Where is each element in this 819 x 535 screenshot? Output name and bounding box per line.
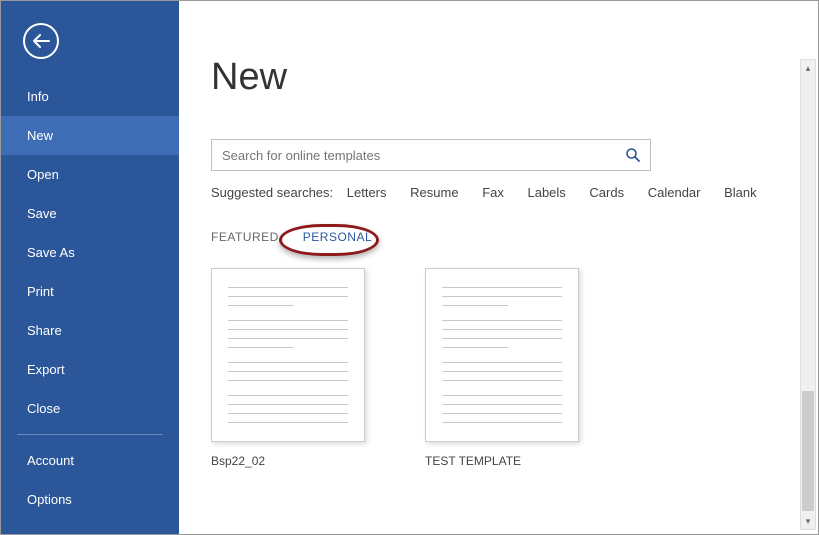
sidebar-item-new[interactable]: New: [1, 116, 179, 155]
suggested-link-calendar[interactable]: Calendar: [648, 185, 701, 200]
scroll-down-icon[interactable]: ▾: [801, 513, 815, 529]
search-input[interactable]: [212, 140, 614, 170]
templates-grid: Bsp22_02 TEST TEMPLATE: [211, 268, 788, 468]
sidebar-item-save-as[interactable]: Save As: [1, 233, 179, 272]
sidebar-item-account[interactable]: Account: [1, 441, 179, 480]
sidebar-item-share[interactable]: Share: [1, 311, 179, 350]
scroll-thumb[interactable]: [802, 391, 814, 511]
main-area: ▴ ▾ New Suggested searches: Letters Resu…: [179, 1, 818, 534]
sidebar-item-export[interactable]: Export: [1, 350, 179, 389]
suggested-label: Suggested searches:: [211, 185, 333, 200]
template-tabs: FEATURED PERSONAL: [211, 230, 788, 244]
template-label: Bsp22_02: [211, 454, 365, 468]
search-icon: [625, 147, 641, 163]
sidebar-item-info[interactable]: Info: [1, 77, 179, 116]
tab-featured[interactable]: FEATURED: [211, 230, 279, 244]
page-title: New: [211, 56, 788, 99]
scrollbar[interactable]: ▴ ▾: [800, 59, 816, 530]
scroll-up-icon[interactable]: ▴: [801, 60, 815, 76]
suggested-link-labels[interactable]: Labels: [527, 185, 565, 200]
sidebar-item-save[interactable]: Save: [1, 194, 179, 233]
suggested-link-fax[interactable]: Fax: [482, 185, 504, 200]
tab-personal[interactable]: PERSONAL: [295, 226, 380, 248]
back-button[interactable]: [23, 23, 59, 59]
suggested-link-resume[interactable]: Resume: [410, 185, 458, 200]
sidebar-item-close[interactable]: Close: [1, 389, 179, 428]
search-box: [211, 139, 651, 171]
sidebar-divider: [17, 434, 163, 435]
template-item[interactable]: TEST TEMPLATE: [425, 268, 579, 468]
suggested-searches: Suggested searches: Letters Resume Fax L…: [211, 185, 788, 200]
sidebar-item-open[interactable]: Open: [1, 155, 179, 194]
suggested-link-letters[interactable]: Letters: [347, 185, 387, 200]
search-button[interactable]: [614, 140, 650, 170]
template-thumbnail: [211, 268, 365, 442]
sidebar-item-options[interactable]: Options: [1, 480, 179, 519]
template-label: TEST TEMPLATE: [425, 454, 579, 468]
backstage-sidebar: Info New Open Save Save As Print Share E…: [1, 1, 179, 534]
sidebar-item-print[interactable]: Print: [1, 272, 179, 311]
template-thumbnail: [425, 268, 579, 442]
suggested-link-blank[interactable]: Blank: [724, 185, 757, 200]
template-item[interactable]: Bsp22_02: [211, 268, 365, 468]
suggested-link-cards[interactable]: Cards: [589, 185, 624, 200]
